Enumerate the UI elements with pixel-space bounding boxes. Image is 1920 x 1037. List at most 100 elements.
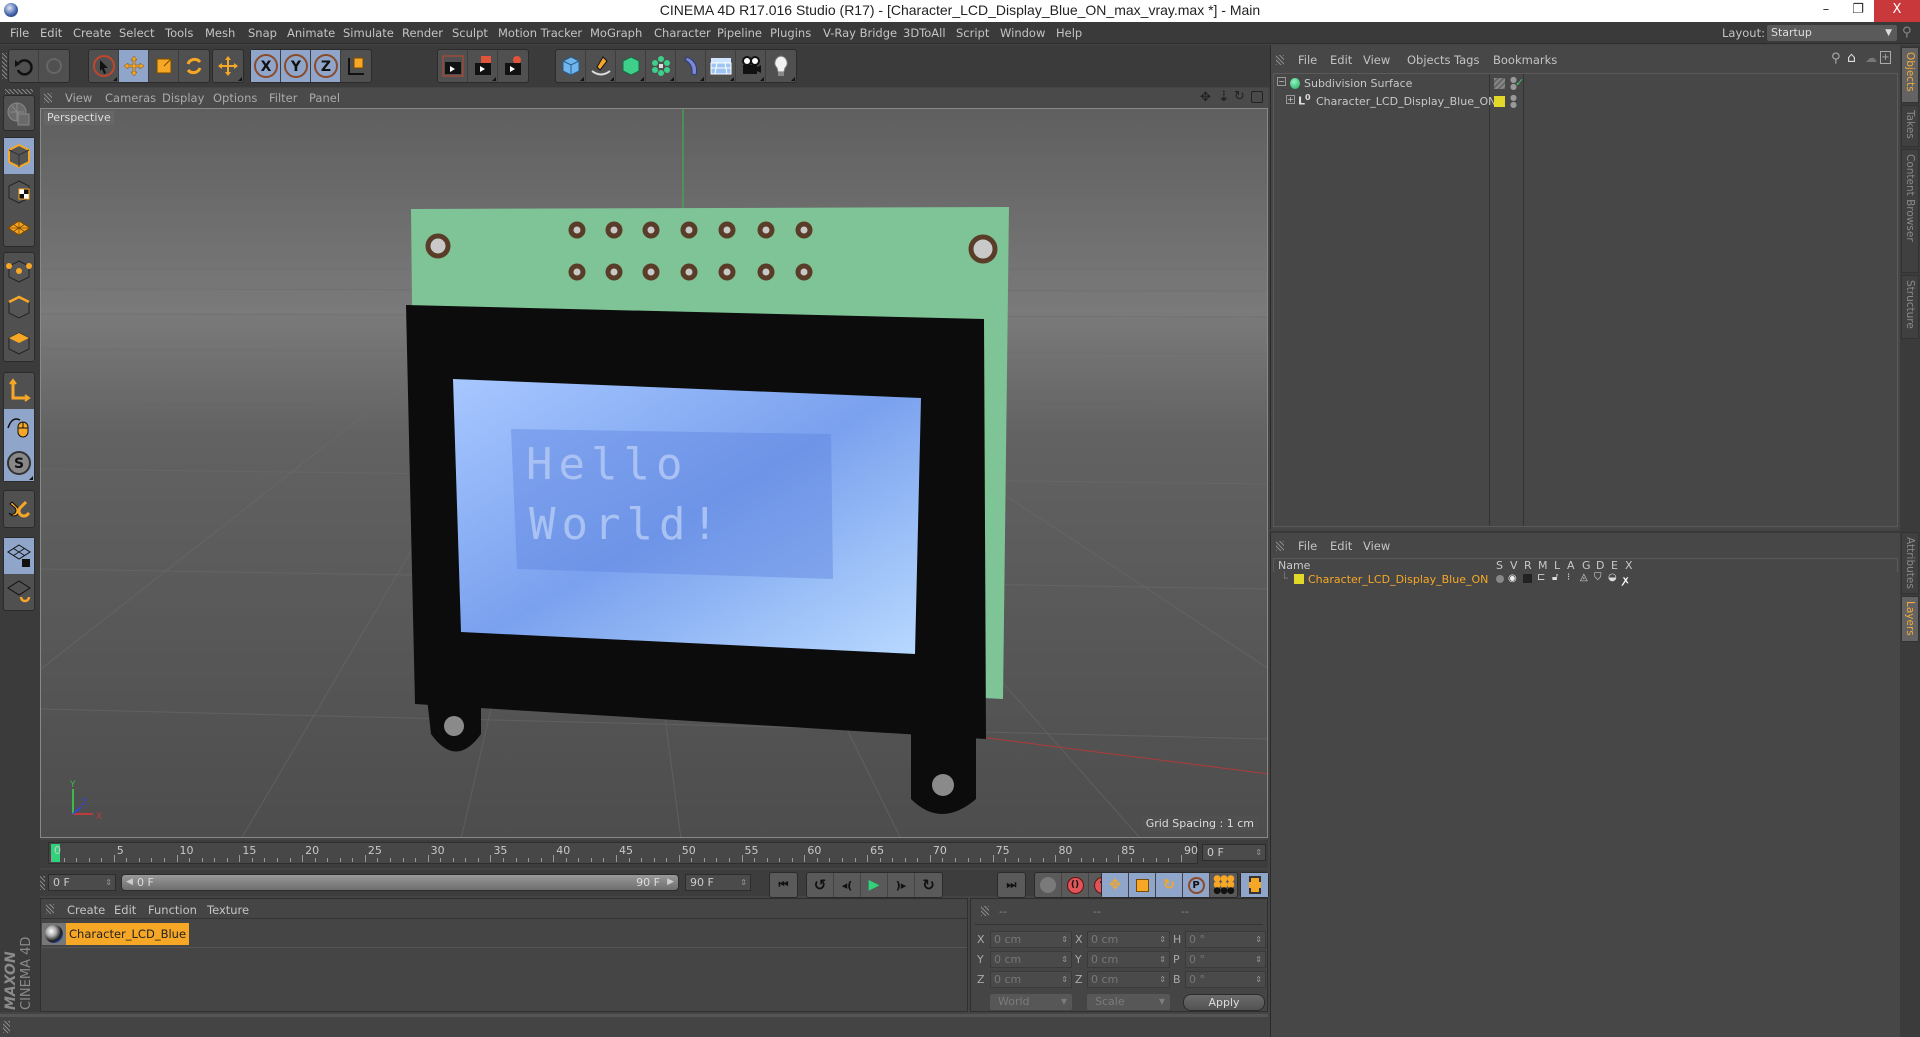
snap-button[interactable] — [4, 491, 34, 527]
search-icon[interactable]: ⚲ — [1831, 51, 1841, 66]
material-menu-texture[interactable]: Texture — [207, 903, 249, 917]
add-floor-button[interactable] — [706, 50, 736, 82]
viewport-menu-filter[interactable]: Filter — [269, 91, 297, 105]
menu-motion-tracker[interactable]: Motion Tracker — [498, 26, 582, 40]
menu-snap[interactable]: Snap — [248, 26, 277, 40]
menu-simulate[interactable]: Simulate — [343, 26, 394, 40]
object-menu-bookmarks[interactable]: Bookmarks — [1493, 53, 1557, 67]
camera-label[interactable]: Perspective — [44, 111, 114, 125]
menu-select[interactable]: Select — [119, 26, 154, 40]
eye-icon[interactable]: ◉ — [1508, 573, 1517, 584]
coordinate-system-button[interactable] — [341, 50, 371, 82]
goto-end-button[interactable]: ⏭ — [998, 873, 1025, 897]
move-tool-button[interactable] — [119, 50, 149, 82]
menu-mesh[interactable]: Mesh — [205, 26, 235, 40]
size-x-field[interactable]: 0 cm ⇕ — [1087, 931, 1170, 948]
pan-icon[interactable]: ✥ — [1200, 90, 1211, 105]
add-deformer-button[interactable] — [676, 50, 706, 82]
viewport-menu-cameras[interactable]: Cameras — [105, 91, 156, 105]
solo-toggle-icon[interactable] — [1496, 575, 1504, 583]
y-axis-button[interactable]: Y — [281, 50, 311, 82]
pos-y-field[interactable]: 0 cm ⇕ — [990, 951, 1072, 968]
layer-color-swatch[interactable] — [1494, 96, 1505, 107]
xref-icon[interactable]: ꭗ — [1623, 572, 1628, 586]
start-frame-field[interactable]: 0 F ⇕ — [48, 874, 116, 891]
material-item[interactable]: Character_LCD_Blue — [42, 922, 190, 945]
rot-b-field[interactable]: 0 ° ⇕ — [1185, 971, 1266, 988]
generator-icon[interactable]: ◬ — [1580, 572, 1588, 583]
add-cloner-button[interactable] — [646, 50, 676, 82]
next-frame-button[interactable]: )▸ — [888, 873, 915, 897]
live-selection-button[interactable] — [213, 50, 243, 82]
object-menu-edit[interactable]: Edit — [1330, 53, 1352, 67]
add-subdivision-button[interactable] — [616, 50, 646, 82]
viewport-menu-panel[interactable]: Panel — [309, 91, 340, 105]
visibility-dots-icon[interactable]: ● ● — [1510, 94, 1517, 109]
timeline-ruler[interactable]: 0 5 10 15 20 25 30 35 40 45 50 55 60 65 70 75 80 85 90 — [48, 842, 1198, 864]
tab-takes[interactable]: Takes — [1901, 105, 1919, 147]
column-deformers[interactable]: D — [1596, 559, 1604, 572]
manager-icon[interactable]: ⊏ — [1537, 572, 1545, 583]
menu-help[interactable]: Help — [1056, 26, 1082, 40]
redo-button[interactable] — [39, 50, 69, 82]
key-parameter-button[interactable]: P — [1183, 873, 1210, 897]
workplane-lock-button[interactable] — [4, 538, 34, 574]
viewport-menu-view[interactable]: View — [65, 91, 92, 105]
tweak-mode-button[interactable] — [4, 409, 34, 445]
end-frame-field[interactable]: 90 F ⇕ — [685, 874, 751, 891]
toolbar-grip[interactable] — [2, 53, 7, 79]
column-expressions[interactable]: E — [1611, 559, 1618, 572]
menu-vray-bridge[interactable]: V-Ray Bridge — [823, 26, 897, 40]
previous-frame-button[interactable]: ◂( — [834, 873, 861, 897]
menu-edit[interactable]: Edit — [40, 26, 62, 40]
material-menu-edit[interactable]: Edit — [114, 903, 136, 917]
deformer-shield-icon[interactable]: ⛉ — [1594, 572, 1602, 583]
animation-icon[interactable]: ⁝ — [1567, 572, 1570, 583]
model-mode-button[interactable] — [4, 138, 34, 174]
key-scale-button[interactable] — [1129, 873, 1156, 897]
tab-attributes[interactable]: Attributes — [1901, 532, 1919, 594]
pos-x-field[interactable]: 0 cm ⇕ — [990, 931, 1072, 948]
material-menu-function[interactable]: Function — [148, 903, 197, 917]
restore-button[interactable]: ❐ — [1842, 0, 1874, 22]
record-keys-button[interactable] — [1035, 873, 1062, 897]
make-editable-button[interactable] — [4, 96, 34, 132]
dolly-icon[interactable]: ⇣ — [1218, 89, 1230, 105]
object-menu-tags[interactable]: Tags — [1454, 53, 1479, 67]
column-locked[interactable]: L — [1554, 559, 1560, 572]
coordinates-grip[interactable] — [981, 906, 989, 916]
pos-z-field[interactable]: 0 cm ⇕ — [990, 971, 1072, 988]
viewport-menu-display[interactable]: Display — [162, 91, 204, 105]
size-y-field[interactable]: 0 cm ⇕ — [1087, 951, 1170, 968]
next-keyframe-button[interactable]: ↻ — [915, 873, 942, 897]
material-menu-create[interactable]: Create — [67, 903, 105, 917]
column-animation[interactable]: A — [1567, 559, 1575, 572]
axis-mode-button[interactable] — [4, 373, 34, 409]
menu-script[interactable]: Script — [956, 26, 989, 40]
menu-window[interactable]: Window — [1000, 26, 1045, 40]
goto-start-button[interactable]: ⏮ — [770, 873, 797, 897]
lock-icon[interactable]: 🔓︎ — [1552, 572, 1558, 583]
minimize-button[interactable]: – — [1810, 0, 1842, 22]
scale-tool-button[interactable] — [149, 50, 179, 82]
add-cube-button[interactable] — [556, 50, 586, 82]
maximize-view-icon[interactable] — [1251, 91, 1263, 103]
menu-mograph[interactable]: MoGraph — [590, 26, 642, 40]
rot-p-field[interactable]: 0 ° ⇕ — [1185, 951, 1266, 968]
expand-icon[interactable]: + — [1286, 95, 1295, 104]
column-view[interactable]: V — [1510, 559, 1518, 572]
menu-file[interactable]: File — [10, 26, 29, 40]
key-point-level-button[interactable]: ●●● ●●● ●●● — [1210, 873, 1237, 897]
add-light-button[interactable] — [766, 50, 796, 82]
render-picture-viewer-button[interactable] — [468, 50, 498, 82]
transport-grip[interactable] — [40, 876, 45, 890]
column-solo[interactable]: S — [1496, 559, 1503, 572]
layout-select[interactable]: Startup ▼ — [1767, 25, 1897, 41]
tab-structure[interactable]: Structure — [1901, 275, 1919, 339]
orbit-icon[interactable]: ↻ — [1234, 89, 1245, 104]
object-menu-view[interactable]: View — [1363, 53, 1390, 67]
object-row[interactable]: − Subdivision Surface ● ● ✓ — [1274, 76, 1897, 94]
render-settings-button[interactable] — [498, 50, 528, 82]
edges-mode-button[interactable] — [4, 289, 34, 325]
expression-icon[interactable]: ◒ — [1608, 572, 1617, 583]
